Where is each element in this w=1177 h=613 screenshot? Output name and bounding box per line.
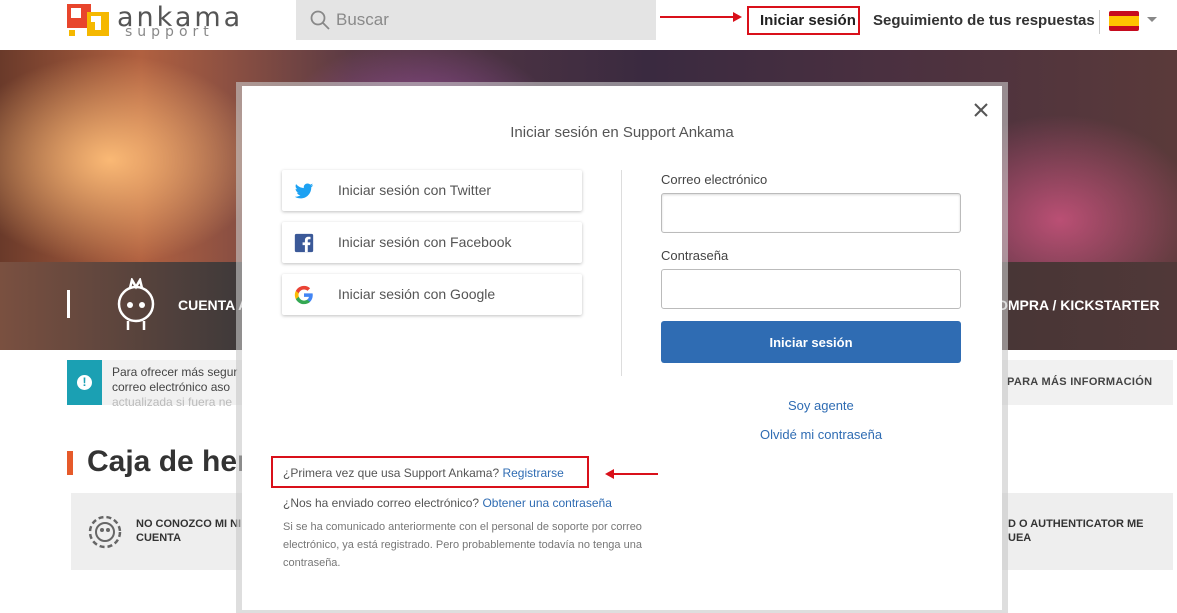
annotation-arrow-right: [660, 12, 742, 22]
toolbox-card-account-label: NO CONOZCO MI NI CUENTA: [136, 518, 242, 544]
google-icon: [294, 285, 313, 305]
get-password-link[interactable]: Obtener una contraseña: [482, 496, 611, 510]
search-icon: [310, 10, 330, 30]
twitter-login-label: Iniciar sesión con Twitter: [338, 182, 492, 198]
sent-email-question: ¿Nos ha enviado correo electrónico?: [283, 496, 480, 510]
register-link[interactable]: Registrarse: [502, 466, 563, 480]
ankama-logo[interactable]: ankama support: [67, 2, 240, 40]
toolbox-card-authenticator[interactable]: D O AUTHENTICATOR ME UEA: [1000, 493, 1173, 570]
category-kickstarter-label[interactable]: OMPRA / KICKSTARTER: [997, 297, 1160, 313]
chevron-down-icon[interactable]: [1147, 17, 1157, 22]
facebook-login-label: Iniciar sesión con Facebook: [338, 234, 512, 250]
close-icon[interactable]: [969, 98, 993, 122]
search-input[interactable]: [336, 0, 636, 40]
first-time-text: ¿Primera vez que usa Support Ankama? Reg…: [283, 466, 564, 480]
password-field[interactable]: [661, 269, 961, 309]
spain-flag-icon[interactable]: [1109, 11, 1139, 31]
section-marker: [67, 451, 73, 475]
nav-separator: [1099, 10, 1100, 34]
search-box: [296, 0, 656, 40]
track-requests-link[interactable]: Seguimiento de tus respuestas: [873, 12, 1095, 29]
email-field[interactable]: [661, 193, 961, 233]
ankama-logo-icon: [67, 4, 109, 36]
gear-face-icon: [88, 515, 122, 549]
google-login-button[interactable]: Iniciar sesión con Google: [282, 274, 582, 315]
forgot-password-link[interactable]: Olvidé mi contraseña: [760, 427, 882, 442]
band-marker: [67, 290, 70, 318]
sent-email-text: ¿Nos ha enviado correo electrónico? Obte…: [283, 496, 612, 510]
notice-text: Para ofrecer más segur correo electrónic…: [112, 365, 238, 394]
toolbox-card-authenticator-label: D O AUTHENTICATOR ME UEA: [1008, 518, 1144, 544]
info-icon: !: [67, 360, 102, 405]
logo-subtitle: support: [125, 24, 214, 40]
notice-faded-text: actualizada si fuera ne: [112, 395, 233, 409]
more-info-link[interactable]: PARA MÁS INFORMACIÓN: [1007, 376, 1152, 388]
modal-title: Iniciar sesión en Support Ankama: [510, 124, 734, 141]
email-label: Correo electrónico: [661, 172, 768, 187]
login-submit-button[interactable]: Iniciar sesión: [661, 321, 961, 363]
annotation-arrow-left: [605, 469, 658, 479]
first-time-question: ¿Primera vez que usa Support Ankama?: [283, 466, 500, 480]
top-header: ankama support Iniciar sesión Seguimient…: [0, 0, 1177, 50]
login-modal: Iniciar sesión en Support Ankama Iniciar…: [242, 86, 1002, 610]
agent-link[interactable]: Soy agente: [788, 398, 854, 413]
login-link[interactable]: Iniciar sesión: [760, 12, 856, 29]
registration-note: Si se ha comunicado anteriormente con el…: [283, 521, 642, 569]
facebook-icon: [294, 233, 314, 253]
modal-divider: [621, 170, 622, 376]
toolbox-title: Caja de her: [87, 445, 249, 478]
password-label: Contraseña: [661, 248, 729, 263]
toolbox-card-account[interactable]: NO CONOZCO MI NI CUENTA: [71, 493, 246, 570]
mascot-icon: [117, 278, 155, 330]
facebook-login-button[interactable]: Iniciar sesión con Facebook: [282, 222, 582, 263]
twitter-icon: [294, 183, 314, 199]
twitter-login-button[interactable]: Iniciar sesión con Twitter: [282, 170, 582, 211]
google-login-label: Iniciar sesión con Google: [338, 286, 496, 302]
